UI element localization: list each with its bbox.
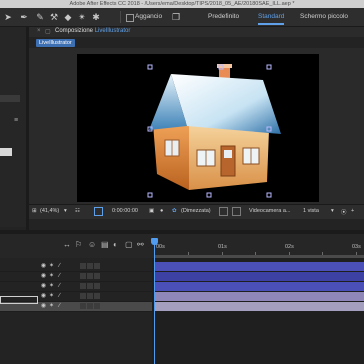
current-time-indicator[interactable] xyxy=(154,238,155,364)
shape-layer-icon[interactable]: ✶ xyxy=(48,273,55,280)
camera-dropdown[interactable]: Videocamera a... xyxy=(249,208,290,214)
eraser-tool-icon[interactable]: ◆ xyxy=(62,11,74,23)
layer-duration-bar[interactable] xyxy=(155,302,364,311)
snap-options-icon[interactable]: ❐ xyxy=(170,11,182,23)
pen-icon[interactable]: ∕ xyxy=(56,293,63,300)
workspace-standard[interactable]: Standard xyxy=(258,13,284,20)
composition-breadcrumb-bar: LiveIllustrator xyxy=(29,37,364,48)
roto-brush-tool-icon[interactable]: ✴ xyxy=(76,11,88,23)
pen-icon[interactable]: ∕ xyxy=(56,303,63,310)
resolution-dropdown[interactable]: (Dimezzata) xyxy=(181,208,211,214)
time-ruler[interactable]: 00s 01s 02s 03s xyxy=(154,239,364,256)
tab-prefix: Composizione xyxy=(55,28,94,34)
composition-tab-bar: × ▢ Composizione LiveIllustrator xyxy=(29,27,364,37)
door-window xyxy=(224,150,232,158)
ruler-label: 01s xyxy=(218,244,227,250)
house-roof xyxy=(171,74,281,134)
composition-viewer[interactable] xyxy=(29,48,364,204)
project-panel xyxy=(0,27,26,227)
shape-layer-icon[interactable]: ✶ xyxy=(48,303,55,310)
motion-blur-icon[interactable]: ◐ xyxy=(113,240,118,249)
panel-spacer xyxy=(29,219,364,230)
shape-layer-icon[interactable]: ✶ xyxy=(48,283,55,290)
lock-icon[interactable]: ▢ xyxy=(45,28,51,35)
close-icon[interactable]: × xyxy=(37,28,41,34)
exposure-value[interactable]: + xyxy=(351,208,354,214)
snap-label: Aggancio xyxy=(135,13,163,20)
show-snapshot-icon[interactable]: ● xyxy=(160,208,163,214)
layer-duration-bar[interactable] xyxy=(155,262,364,271)
workspace-default[interactable]: Predefinito xyxy=(208,13,239,20)
composition-breadcrumb[interactable]: LiveIllustrator xyxy=(36,39,75,47)
project-panel-header xyxy=(0,95,20,102)
region-of-interest-icon[interactable] xyxy=(219,207,228,216)
viewer-controls: ⊞ (41,4%) ▾ ☷ 0:00:00:00 ▣ ● ✿ (Dimezzat… xyxy=(29,204,364,219)
layer-visibility-icon[interactable]: ◉ xyxy=(40,273,47,280)
shape-layer-icon[interactable]: ✶ xyxy=(48,263,55,270)
layer-duration-bar[interactable] xyxy=(155,272,364,281)
snapshot-icon[interactable]: ▣ xyxy=(149,208,154,214)
layer-row[interactable]: ◉ ✶ ∕ xyxy=(0,282,152,292)
layer-duration-bar[interactable] xyxy=(155,292,364,301)
project-selected-item[interactable] xyxy=(0,148,12,156)
workspace-small-screen[interactable]: Schermo piccolo xyxy=(300,13,348,20)
reset-exposure-icon[interactable]: ⦿ xyxy=(341,208,347,216)
timecode-display[interactable]: 0:00:00:00 xyxy=(112,208,138,214)
shape-layer-icon[interactable]: ✶ xyxy=(48,293,55,300)
snap-checkbox[interactable] xyxy=(126,14,134,22)
shy-layers-icon[interactable]: ☺ xyxy=(88,240,96,249)
toolbar-separator xyxy=(120,11,121,23)
window-title: Adobe After Effects CC 2018 - /Users/ema… xyxy=(69,1,295,7)
layer-visibility-icon[interactable]: ◉ xyxy=(40,293,47,300)
active-workspace-indicator xyxy=(258,23,284,25)
channel-icon[interactable]: ✿ xyxy=(172,208,177,214)
puppet-tool-icon[interactable]: ✱ xyxy=(90,11,102,23)
safe-zones-icon[interactable] xyxy=(94,207,103,216)
panel-menu-icon[interactable]: ≡ xyxy=(14,117,22,125)
magnification-icon[interactable]: ⊞ xyxy=(32,208,37,214)
draft-3d-icon[interactable]: ⚐ xyxy=(75,240,82,249)
ruler-label: 03s xyxy=(352,244,361,250)
grid-icon[interactable]: ☷ xyxy=(75,208,80,214)
composition-canvas[interactable] xyxy=(77,54,319,202)
layer-row[interactable]: ◉ ✶ ∕ xyxy=(0,262,152,272)
pen-icon[interactable]: ∕ xyxy=(56,273,63,280)
selection-tool-icon[interactable]: ➤ xyxy=(2,11,14,23)
timeline-toolbar: ↔ ⚐ ☺ ▤ ◐ ▢ ⚯ 00s 01s 02s 03s xyxy=(0,234,364,258)
playhead-handle[interactable] xyxy=(151,238,158,245)
pen-tool-icon[interactable]: ✒ xyxy=(18,11,30,23)
layer-duration-bar[interactable] xyxy=(155,282,364,291)
graph-editor-icon[interactable]: ▢ xyxy=(125,240,133,249)
magnification-dropdown[interactable]: (41,4%) xyxy=(40,208,59,214)
ruler-label: 00s xyxy=(156,244,165,250)
link-icon[interactable]: ⚯ xyxy=(137,240,144,249)
window-title-bar: Adobe After Effects CC 2018 - /Users/ema… xyxy=(0,0,364,8)
layer-visibility-icon[interactable]: ◉ xyxy=(40,303,47,310)
house-illustration[interactable] xyxy=(77,54,319,202)
layer-visibility-icon[interactable]: ◉ xyxy=(40,263,47,270)
tools-toolbar: ➤ ✒ ✎ ⚒ ◆ ✴ ✱ Aggancio ❐ Predefinito Sta… xyxy=(0,8,364,27)
timeline-tracks xyxy=(152,258,364,364)
stamp-tool-icon[interactable]: ⚒ xyxy=(48,11,60,23)
transparency-grid-icon[interactable] xyxy=(232,207,241,216)
ruler-label: 02s xyxy=(285,244,294,250)
layer-row[interactable]: ◉ ✶ ∕ xyxy=(0,272,152,282)
chevron-down-icon[interactable]: ▾ xyxy=(331,208,334,214)
chevron-down-icon[interactable]: ▾ xyxy=(64,208,67,214)
tab-composition-name: LiveIllustrator xyxy=(94,28,131,34)
pen-icon[interactable]: ∕ xyxy=(56,283,63,290)
tab-composition[interactable]: Composizione LiveIllustrator xyxy=(55,28,130,34)
brush-tool-icon[interactable]: ✎ xyxy=(34,11,46,23)
layer-visibility-icon[interactable]: ◉ xyxy=(40,283,47,290)
frame-blending-icon[interactable]: ▤ xyxy=(101,240,109,249)
pen-icon[interactable]: ∕ xyxy=(56,263,63,270)
layer-name-field[interactable] xyxy=(0,296,38,304)
comp-mini-flowchart-icon[interactable]: ↔ xyxy=(63,240,71,249)
views-dropdown[interactable]: 1 vista xyxy=(303,208,319,214)
layer-list: ◉ ✶ ∕ ◉ ✶ ∕ ◉ ✶ ∕ ◉ ✶ ∕ ◉ ✶ ∕ xyxy=(0,258,152,364)
